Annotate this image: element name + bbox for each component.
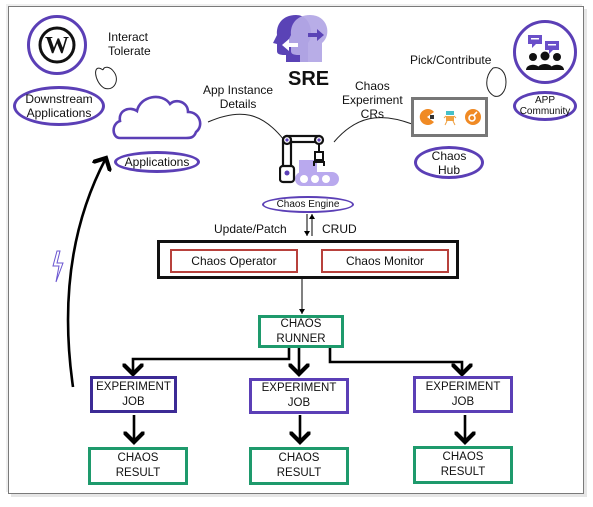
chaos-engine-ellipse: Chaos Engine: [262, 196, 354, 213]
wordpress-icon: W: [38, 26, 76, 64]
experiment-job-3: EXPERIMENT JOB: [413, 376, 513, 413]
interact-tolerate-label: Interact Tolerate: [108, 30, 151, 58]
result-text-1: CHAOS: [442, 451, 484, 463]
chaos-hub-text-1: Chaos: [431, 148, 467, 163]
runner-to-job-3: [328, 347, 462, 374]
chaos-hub-text-2: Hub: [437, 162, 460, 177]
result-text-2: RESULT: [115, 467, 161, 479]
community-circle: [513, 20, 577, 84]
lightning-icon: [52, 250, 64, 283]
svg-text:W: W: [45, 33, 69, 59]
app-instance-details-label: App Instance Details: [203, 83, 273, 111]
downstream-text: Downstream: [25, 92, 93, 106]
job-text-1: EXPERIMENT: [425, 380, 501, 393]
chaos-result-2: CHAOS RESULT: [249, 447, 349, 485]
chaos-runner-text-2: RUNNER: [276, 332, 326, 345]
runner-to-job-1: [133, 347, 291, 374]
result-text-2: RESULT: [276, 467, 322, 479]
chaos-cr-connector: [333, 117, 413, 143]
cloud-icon: [112, 95, 202, 140]
job-text-2: JOB: [451, 395, 475, 408]
applications-text: Applications: [26, 106, 92, 120]
chaos-monitor-label: Chaos Monitor: [345, 253, 425, 268]
chaos-logo-icon: [464, 109, 481, 125]
job-text-2: JOB: [122, 395, 145, 408]
result-text-1: CHAOS: [117, 452, 159, 464]
pick-contribute-label: Pick/Contribute: [410, 53, 492, 67]
chaos-experiment-crs-label: Chaos Experiment CRs: [342, 79, 403, 121]
chaos-engine-label: Chaos Engine: [276, 199, 340, 210]
app-instance-text: App Instance: [203, 83, 274, 97]
job-text-2: JOB: [287, 397, 311, 409]
crud-label: CRUD: [322, 222, 357, 236]
details-text: Details: [219, 97, 257, 111]
app-community-ellipse: APP Community: [513, 91, 577, 121]
sre-heads-icon: [273, 15, 328, 62]
app-instance-connector: [207, 113, 285, 141]
feedback-arrow: [66, 158, 106, 388]
result-text-1: CHAOS: [278, 452, 320, 464]
community-text: Community: [519, 106, 571, 117]
chaos-operator-label: Chaos Operator: [191, 253, 277, 268]
experiment-job-2: EXPERIMENT JOB: [249, 378, 349, 414]
pick-loop: [486, 67, 507, 97]
interact-text: Interact: [108, 30, 149, 44]
app-text: APP: [534, 95, 555, 106]
chaos-result-1: CHAOS RESULT: [88, 447, 188, 485]
wordpress-circle: W: [27, 15, 87, 75]
chaos-runner-text-1: CHAOS: [280, 317, 322, 330]
job-text-1: EXPERIMENT: [261, 382, 337, 394]
pacman-icon: [419, 109, 434, 125]
chaos-runner-box: CHAOS RUNNER: [258, 315, 344, 348]
chaos-cr-text-1: Chaos: [355, 79, 390, 93]
chaos-hub-ellipse: Chaos Hub: [414, 146, 484, 179]
robot-icon: [443, 111, 456, 126]
chaos-cr-text-3: CRs: [360, 107, 385, 121]
update-patch-label: Update/Patch: [214, 222, 287, 236]
downstream-applications-ellipse: Downstream Applications: [13, 86, 105, 126]
robot-arm-icon: [279, 134, 339, 186]
chaos-hub-box: [411, 97, 488, 137]
job-text-1: EXPERIMENT: [96, 380, 171, 393]
experiment-job-1: EXPERIMENT JOB: [90, 376, 177, 413]
chaos-monitor-box: Chaos Monitor: [321, 249, 449, 273]
chaos-result-3: CHAOS RESULT: [413, 446, 513, 484]
result-text-2: RESULT: [440, 466, 486, 478]
community-chat-icon: [526, 35, 564, 70]
applications-ellipse: Applications: [114, 151, 200, 173]
applications-label: Applications: [124, 155, 190, 169]
tolerate-text: Tolerate: [108, 44, 151, 58]
sre-title: SRE: [288, 68, 330, 90]
chaos-cr-text-2: Experiment: [342, 93, 403, 107]
chaos-operator-box: Chaos Operator: [170, 249, 298, 273]
